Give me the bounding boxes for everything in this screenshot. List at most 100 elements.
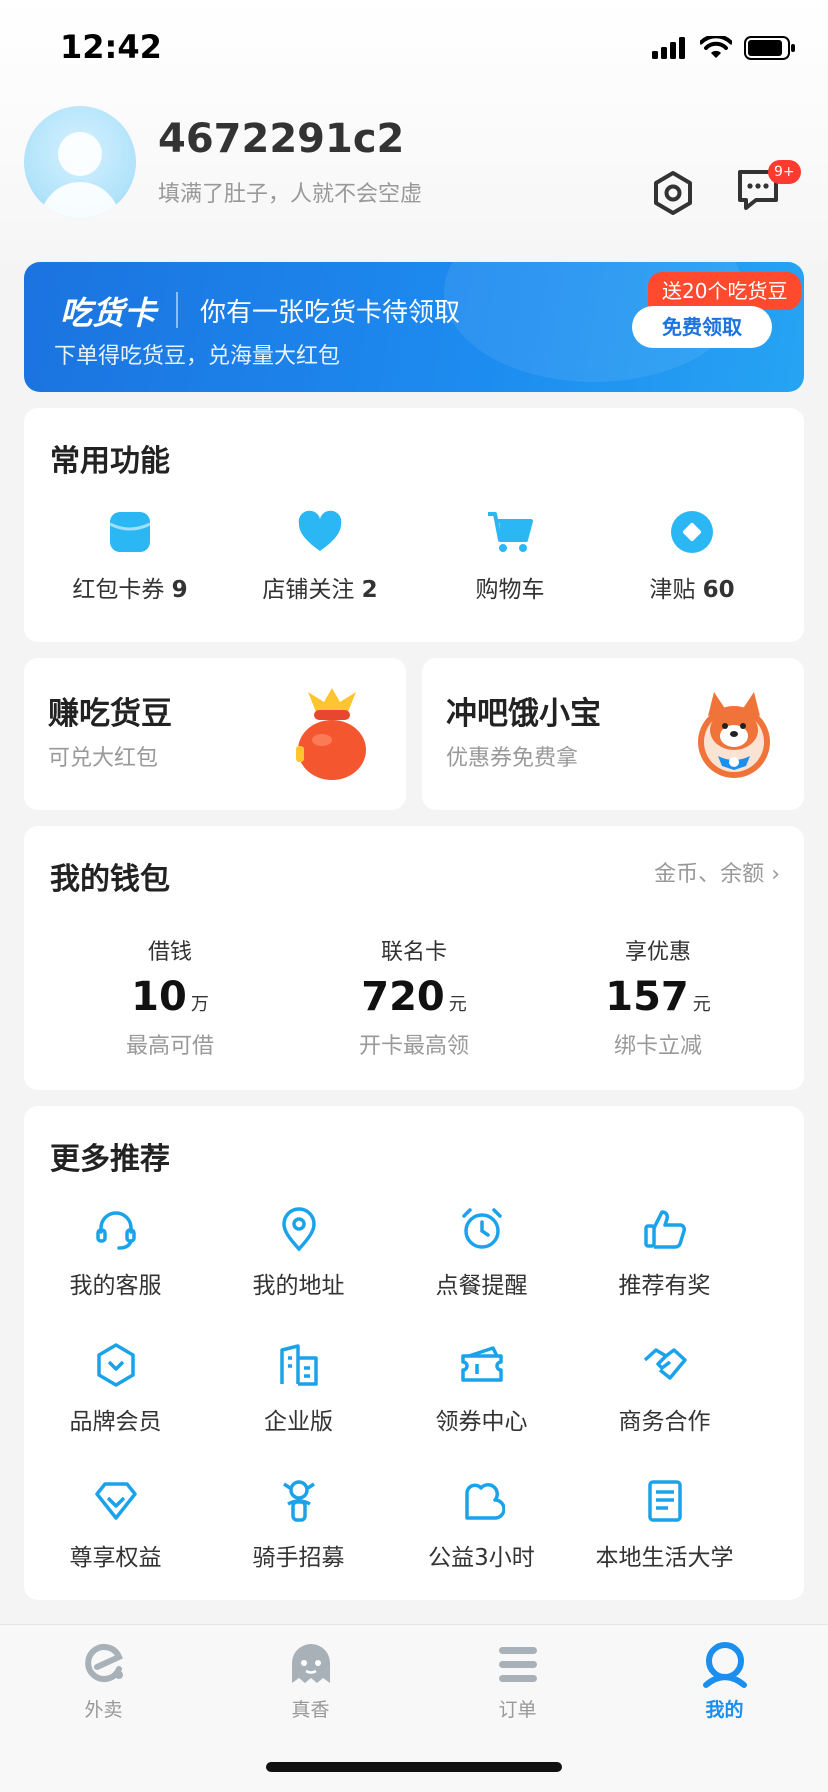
wallet-item-cobrand-card[interactable]: 联名卡 720 元 开卡最高领 xyxy=(304,934,524,1060)
book-icon xyxy=(647,1480,682,1522)
wallet-item-borrow[interactable]: 借钱 10 万 最高可借 xyxy=(60,934,280,1060)
more-item-label: 点餐提醒 xyxy=(435,1273,528,1299)
more-item-local-life-university[interactable]: 本地生活大学 xyxy=(573,1478,756,1572)
banner-logo: 吃货卡 xyxy=(60,294,157,332)
feature-label: 购物车 xyxy=(475,577,545,603)
common-features-card: 常用功能 红包卡券 9 店铺关注 2 购物车 津贴 60 xyxy=(24,408,804,642)
promo-title: 冲吧饿小宝 xyxy=(446,696,601,732)
wallet-item-discount[interactable]: 享优惠 157 元 绑卡立减 xyxy=(548,934,768,1060)
more-item-label: 商务合作 xyxy=(618,1409,711,1435)
wallet-item-value: 10 xyxy=(131,974,187,1020)
cart-icon xyxy=(488,512,533,552)
building-icon xyxy=(279,1344,318,1386)
wallet-item-unit: 元 xyxy=(448,994,467,1015)
settings-gear-icon[interactable] xyxy=(650,170,696,216)
banner-title: 你有一张吃货卡待领取 xyxy=(200,298,461,328)
more-item-label: 品牌会员 xyxy=(69,1409,162,1435)
more-item-coupon-center[interactable]: 领券中心 xyxy=(390,1342,573,1436)
wallet-item-value: 720 xyxy=(361,974,445,1020)
more-item-business[interactable]: 商务合作 xyxy=(573,1342,756,1436)
more-item-charity[interactable]: 公益3小时 xyxy=(390,1478,573,1572)
feature-followed-shops[interactable]: 店铺关注 2 xyxy=(230,508,410,604)
status-time: 12:42 xyxy=(60,28,162,66)
wallet-item-footer: 绑卡立减 xyxy=(613,1034,702,1059)
red-bag-icon xyxy=(296,688,366,780)
shiba-promo-card[interactable]: 冲吧饿小宝 优惠券免费拿 xyxy=(422,658,804,810)
wallet-item-header: 借钱 xyxy=(147,940,192,965)
more-item-customer-service[interactable]: 我的客服 xyxy=(24,1206,207,1300)
more-item-enterprise[interactable]: 企业版 xyxy=(207,1342,390,1436)
tab-mine[interactable]: 我的 xyxy=(621,1639,828,1722)
common-features-title: 常用功能 xyxy=(50,444,170,479)
earn-beans-card[interactable]: 赚吃货豆 可兑大红包 xyxy=(24,658,406,810)
tab-label: 我的 xyxy=(705,1699,744,1721)
shiba-mascot-icon xyxy=(698,692,770,778)
takeout-icon xyxy=(84,1644,123,1682)
feature-label: 店铺关注 xyxy=(262,577,355,603)
more-title: 更多推荐 xyxy=(50,1142,170,1177)
banner-subtitle: 下单得吃货豆，兑海量大红包 xyxy=(54,344,341,369)
allowance-icon xyxy=(671,511,713,553)
status-icons xyxy=(652,36,796,60)
feature-count: 9 xyxy=(171,577,188,603)
feature-count: 2 xyxy=(361,577,378,603)
tab-takeout[interactable]: 外卖 xyxy=(0,1639,207,1722)
alarm-clock-icon xyxy=(461,1208,502,1249)
wallet-coins-balance-link[interactable]: 金币、余额 › xyxy=(654,856,780,888)
diamond-icon xyxy=(94,1482,137,1520)
promo-subtitle: 可兑大红包 xyxy=(48,746,159,771)
more-item-label: 企业版 xyxy=(264,1409,333,1435)
more-recommendations-card: 更多推荐 我的客服 我的地址 点餐提醒 推荐有奖 品牌会员 企业版 领券中心 商… xyxy=(24,1106,804,1600)
wallet-item-footer: 开卡最高领 xyxy=(358,1034,469,1059)
banner-gift-tag: 送20个吃货豆 xyxy=(648,272,802,310)
wallet-item-footer: 最高可借 xyxy=(125,1034,214,1059)
feature-label: 红包卡券 xyxy=(72,577,165,603)
wallet-title: 我的钱包 xyxy=(50,862,170,897)
feature-cart[interactable]: 购物车 xyxy=(420,508,600,604)
more-item-label: 我的地址 xyxy=(252,1273,345,1299)
avatar[interactable] xyxy=(24,106,136,218)
tab-label: 真香 xyxy=(291,1699,330,1721)
more-item-label: 骑手招募 xyxy=(252,1545,345,1571)
location-pin-icon xyxy=(281,1207,316,1252)
cellular-signal-icon xyxy=(652,37,685,59)
coupon-icon xyxy=(109,512,151,552)
charity-icon xyxy=(464,1483,506,1520)
tab-zhenxiang[interactable]: 真香 xyxy=(207,1639,414,1722)
chevron-right-icon: › xyxy=(771,862,780,887)
wallet-card: 我的钱包 金币、余额 › 借钱 10 万 最高可借 联名卡 720 元 开卡最高领 … xyxy=(24,826,804,1090)
more-item-brand-member[interactable]: 品牌会员 xyxy=(24,1342,207,1436)
username[interactable]: 4672291c2 xyxy=(158,116,404,162)
promo-subtitle: 优惠券免费拿 xyxy=(446,746,579,771)
battery-icon xyxy=(744,36,795,60)
more-item-label: 我的客服 xyxy=(69,1273,162,1299)
profile-icon xyxy=(702,1642,747,1688)
promo-title: 赚吃货豆 xyxy=(48,696,172,732)
feature-allowance[interactable]: 津贴 60 xyxy=(602,508,782,604)
more-item-referral[interactable]: 推荐有奖 xyxy=(573,1206,756,1300)
banner-divider xyxy=(176,292,178,328)
wallet-item-value: 157 xyxy=(605,974,689,1020)
more-item-vip-benefits[interactable]: 尊享权益 xyxy=(24,1478,207,1572)
home-indicator[interactable] xyxy=(266,1762,562,1772)
feature-coupons[interactable]: 红包卡券 9 xyxy=(40,508,220,604)
more-item-address[interactable]: 我的地址 xyxy=(207,1206,390,1300)
wallet-item-header: 联名卡 xyxy=(380,940,447,965)
more-item-rider-recruit[interactable]: 骑手招募 xyxy=(207,1478,390,1572)
brand-badge-icon xyxy=(96,1343,135,1387)
more-item-order-reminder[interactable]: 点餐提醒 xyxy=(390,1206,573,1300)
claim-free-button[interactable]: 免费领取 xyxy=(632,306,772,348)
profile-header: 4672291c2 填满了肚子，人就不会空虚 9+ xyxy=(0,100,828,230)
more-item-label: 推荐有奖 xyxy=(618,1273,711,1299)
message-badge: 9+ xyxy=(768,160,801,184)
profile-motto: 填满了肚子，人就不会空虚 xyxy=(158,182,423,207)
order-list-icon xyxy=(498,1647,537,1682)
status-bar: 12:42 xyxy=(0,0,828,100)
more-item-label: 公益3小时 xyxy=(428,1545,535,1571)
wallet-item-unit: 元 xyxy=(692,994,711,1015)
more-item-label: 本地生活大学 xyxy=(595,1545,734,1571)
feature-count: 60 xyxy=(702,577,735,603)
ghost-icon xyxy=(291,1644,330,1683)
avatar-head-shape xyxy=(58,132,102,176)
tab-orders[interactable]: 订单 xyxy=(414,1639,621,1722)
